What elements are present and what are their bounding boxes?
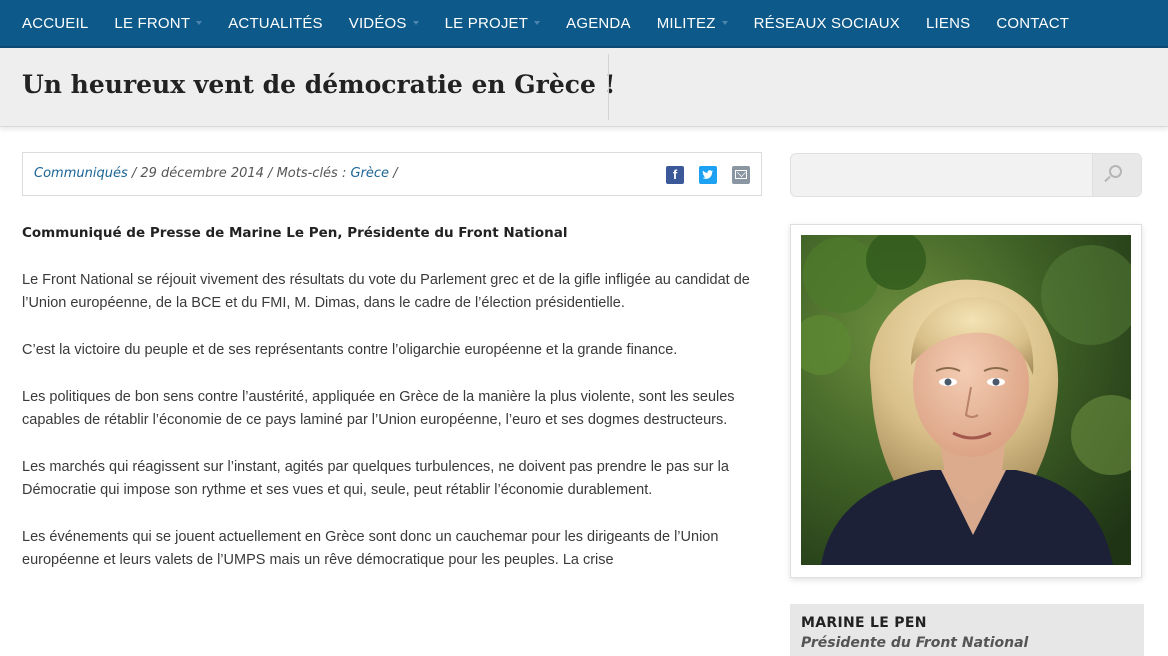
twitter-icon[interactable] <box>699 166 717 184</box>
nav-item[interactable]: LE FRONT <box>114 14 203 32</box>
article-paragraph: Le Front National se réjouit vivement de… <box>22 272 750 311</box>
post-date: 29 décembre 2014 <box>140 166 264 181</box>
portrait-frame <box>790 224 1142 578</box>
envelope-glyph <box>735 170 747 179</box>
chevron-down-icon <box>721 21 728 25</box>
tags-label: / Mots-clés : <box>263 166 351 181</box>
article-paragraph: Les politiques de bon sens contre l’aust… <box>22 389 735 428</box>
nav-item-label: LIENS <box>925 14 971 32</box>
facebook-icon[interactable]: f <box>666 166 684 184</box>
nav-item-label: LE PROJET <box>444 14 529 32</box>
chevron-down-icon <box>534 21 541 25</box>
nav-item-label: ACCUEIL <box>22 14 89 32</box>
meta-separator: / <box>127 166 141 181</box>
chevron-down-icon <box>412 21 419 25</box>
nav-item[interactable]: CONTACT <box>996 15 1069 32</box>
article-paragraph: Les événements qui se jouent actuellemen… <box>22 529 719 568</box>
nav-item[interactable]: LIENS <box>926 15 970 32</box>
search-box <box>790 153 1142 197</box>
article-lead: Communiqué de Presse de Marine Le Pen, P… <box>22 225 568 241</box>
main-navigation: ACCUEIL LE FRONT ACTUALITÉS VIDÉOS LE PROJET… <box>0 0 1168 48</box>
post-meta-bar: Communiqués / 29 décembre 2014 / Mots-cl… <box>22 152 762 196</box>
search-input[interactable] <box>797 162 1091 190</box>
caption-name: MARINE LE PEN <box>801 615 927 631</box>
portrait-photo <box>801 235 1131 565</box>
article-paragraph: Les marchés qui réagissent sur l’instant… <box>22 459 729 498</box>
nav-item[interactable]: ACTUALITÉS <box>228 15 323 32</box>
nav-item-label: AGENDA <box>566 14 631 32</box>
search-icon-handle <box>1104 175 1111 183</box>
nav-item-label: ACTUALITÉS <box>228 14 323 32</box>
article-body: Communiqué de Presse de Marine Le Pen, P… <box>22 222 764 596</box>
caption-role: Présidente du Front National <box>801 635 1029 651</box>
category-link[interactable]: Communiqués <box>34 166 128 181</box>
nav-item[interactable]: LE PROJET <box>445 15 541 32</box>
portrait-illustration <box>801 235 1131 565</box>
nav-item-label: RÉSEAUX SOCIAUX <box>753 14 900 32</box>
nav-item[interactable]: AGENDA <box>566 15 631 32</box>
title-divider <box>608 54 609 120</box>
post-meta-text: Communiqués / 29 décembre 2014 / Mots-cl… <box>34 166 398 181</box>
nav-item-label: CONTACT <box>996 14 1070 32</box>
tag-link[interactable]: Grèce <box>350 166 389 181</box>
nav-item[interactable]: RÉSEAUX SOCIAUX <box>754 15 900 32</box>
title-band: Un heureux vent de démocratie en Grèce ! <box>0 48 1168 127</box>
meta-separator-end: / <box>389 166 398 181</box>
nav-item[interactable]: MILITEZ <box>657 15 728 32</box>
email-icon[interactable] <box>732 166 750 184</box>
search-icon <box>1109 165 1122 178</box>
nav-item-label: VIDÉOS <box>348 14 407 32</box>
chevron-down-icon <box>196 21 203 25</box>
nav-item-label: LE FRONT <box>114 14 191 32</box>
page-title: Un heureux vent de démocratie en Grèce ! <box>22 70 616 99</box>
nav-item[interactable]: VIDÉOS <box>349 15 419 32</box>
article-paragraph: C’est la victoire du peuple et de ses re… <box>22 342 678 358</box>
nav-list: ACCUEIL LE FRONT ACTUALITÉS VIDÉOS LE PROJET… <box>0 0 1168 46</box>
portrait-caption: MARINE LE PEN Présidente du Front Nation… <box>790 604 1144 656</box>
search-button[interactable] <box>1092 154 1141 196</box>
nav-item[interactable]: ACCUEIL <box>22 15 88 32</box>
twitter-bird-glyph <box>702 170 714 179</box>
nav-item-label: MILITEZ <box>656 14 716 32</box>
